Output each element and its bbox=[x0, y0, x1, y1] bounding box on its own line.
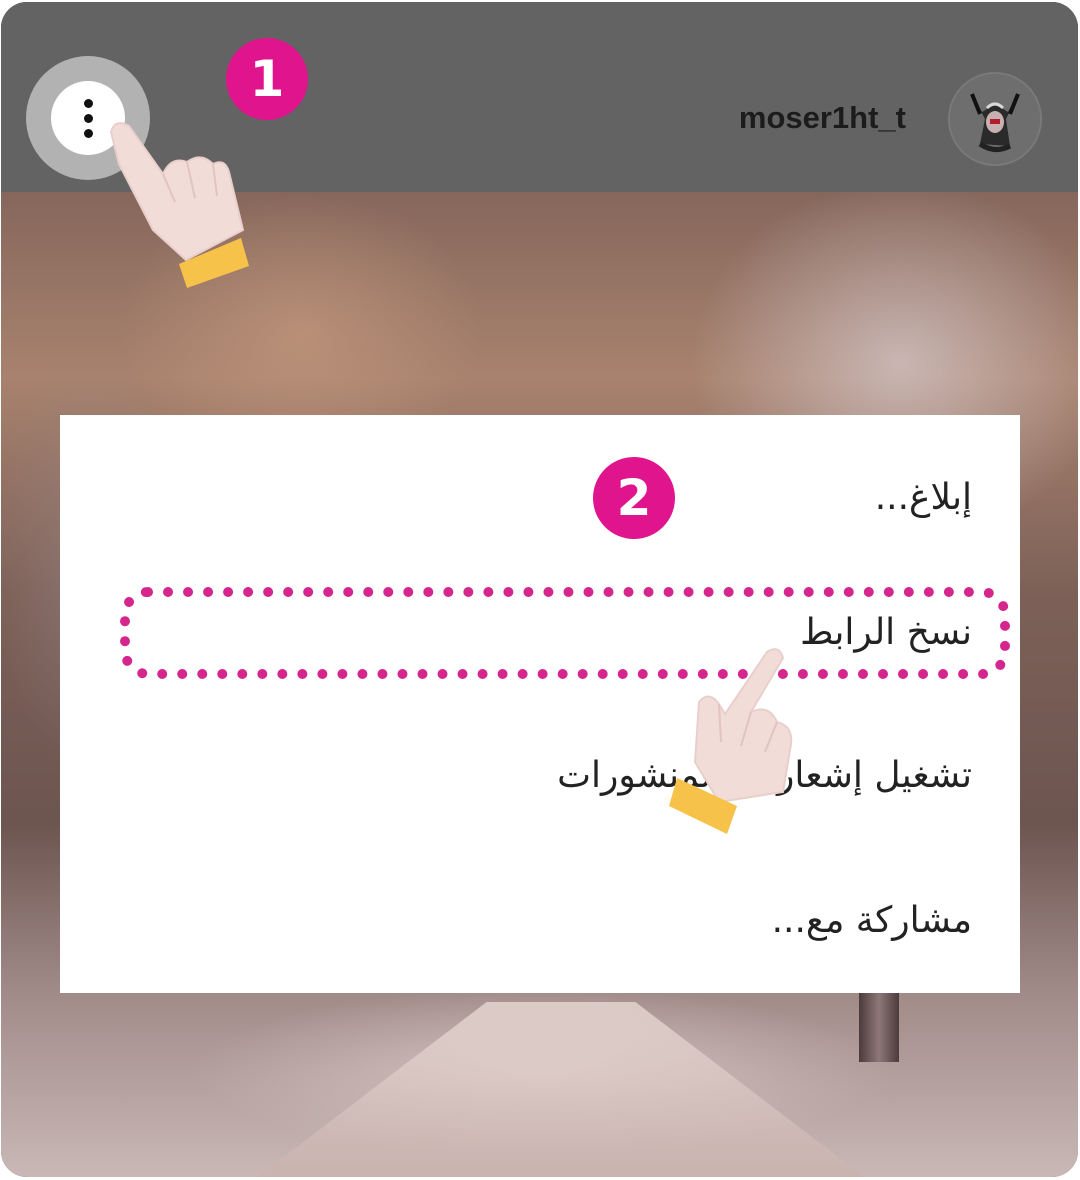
screenshot-frame: 1 moser1ht_t 2 إبلاغ... نسخ الرابط تشغيل bbox=[1, 2, 1078, 1177]
pointer-hand-icon bbox=[109, 122, 249, 288]
profile-avatar-icon[interactable] bbox=[948, 72, 1042, 166]
pointer-hand-icon bbox=[669, 648, 793, 834]
tree-trunk bbox=[859, 992, 899, 1062]
step-2-badge: 2 bbox=[593, 457, 675, 539]
menu-item-share-to[interactable]: مشاركة مع... bbox=[772, 900, 972, 941]
step-1-badge: 1 bbox=[226, 38, 308, 120]
options-menu: إبلاغ... نسخ الرابط تشغيل إشعارات المنشو… bbox=[60, 415, 1020, 993]
copy-link-highlight bbox=[120, 587, 1010, 679]
username[interactable]: moser1ht_t bbox=[701, 100, 906, 136]
menu-item-report[interactable]: إبلاغ... bbox=[875, 477, 972, 518]
